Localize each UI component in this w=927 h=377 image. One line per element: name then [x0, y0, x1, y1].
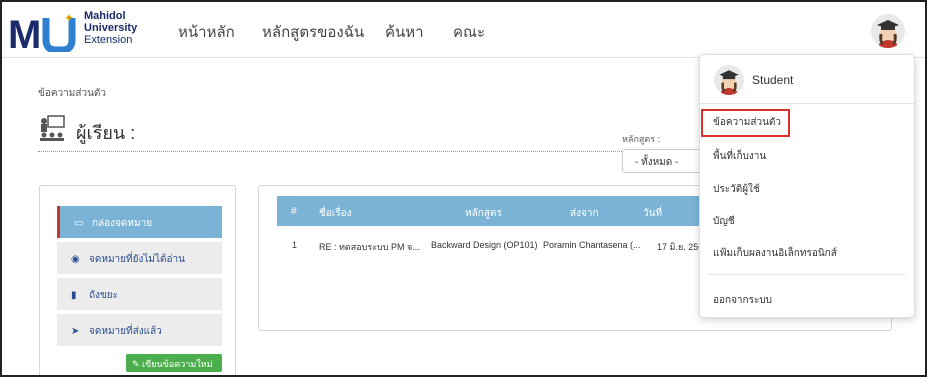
col-header-date: วันที่ [643, 208, 663, 219]
logo-line-2: University [84, 22, 138, 34]
logo-line-3: Extension [84, 34, 133, 46]
nav-home[interactable]: หน้าหลัก [178, 20, 235, 44]
course-filter-label: หลักสูตร : [622, 134, 661, 144]
user-dropdown-menu: Student ข้อความส่วนตัว พื้นที่เก็บงาน ปร… [699, 54, 915, 318]
new-message-button[interactable]: ✎ เขียนข้อความใหม่ [126, 354, 222, 372]
mailbox-menu-panel: ▭ กล่องจดหมาย ◉ จดหมายที่ยังไม่ได้อ่าน ▮ ถั… [39, 185, 236, 375]
row-course: Backward Design (OP101) [431, 240, 538, 250]
student-avatar-icon [719, 70, 739, 95]
user-avatar-button[interactable] [871, 14, 905, 48]
row-from: Poramin Chantasena (... [543, 240, 641, 250]
menu-trash-label: ถังขยะ [89, 290, 119, 301]
row-date: 17 มิ.ย. 256 [657, 242, 704, 252]
dropdown-avatar [714, 65, 744, 95]
menu-unread-label: จดหมายที่ยังไม่ได้อ่าน [89, 254, 185, 265]
dropdown-item-eportfolio[interactable]: แฟ้มเก็บผลงานอิเล็กทรอนิกส์ [713, 246, 837, 261]
dropdown-item-profile[interactable]: ประวัติผู้ใช้ [713, 182, 760, 197]
learner-label: ผู้เรียน : [76, 123, 136, 143]
menu-unread[interactable]: ◉ จดหมายที่ยังไม่ได้อ่าน [57, 242, 222, 274]
breadcrumb: ข้อความส่วนตัว [38, 88, 107, 99]
nav-faculty[interactable]: คณะ [453, 20, 485, 44]
dropdown-item-account[interactable]: บัญชี [713, 214, 735, 229]
logo-text: Mahidol University Extension [84, 10, 137, 46]
dropdown-divider [708, 274, 906, 275]
menu-inbox-label: กล่องจดหมาย [92, 218, 153, 229]
col-header-subject: ชื่อเรื่อง [319, 208, 352, 219]
menu-sent[interactable]: ➤ จดหมายที่ส่งแล้ว [57, 314, 222, 346]
classroom-icon [40, 115, 65, 141]
col-header-from: ส่งจาก [570, 208, 599, 219]
app-frame: M ✦ Mahidol University Extension หน้าหลั… [0, 0, 927, 377]
col-header-number: # [291, 206, 297, 217]
dropdown-item-logout[interactable]: ออกจากระบบ [713, 293, 772, 308]
menu-inbox[interactable]: ▭ กล่องจดหมาย [57, 206, 222, 238]
highlight-box [701, 109, 790, 137]
row-subject[interactable]: RE : ทดสอบระบบ PM จ... [319, 240, 420, 254]
col-header-course: หลักสูตร [465, 208, 502, 219]
edit-icon: ✎ [132, 359, 143, 369]
nav-my-courses[interactable]: หลักสูตรของฉัน [262, 20, 364, 44]
svg-text:✦: ✦ [64, 11, 74, 25]
dropdown-divider [700, 103, 914, 104]
site-logo[interactable]: M ✦ Mahidol University Extension [8, 8, 168, 52]
top-navbar: M ✦ Mahidol University Extension หน้าหลั… [2, 2, 925, 58]
svg-text:M: M [8, 13, 41, 52]
trash-icon: ▮ [71, 290, 77, 301]
inbox-icon: ▭ [74, 218, 84, 229]
menu-sent-label: จดหมายที่ส่งแล้ว [89, 326, 162, 337]
dropdown-user-name: Student [752, 73, 794, 87]
nav-search[interactable]: ค้นหา [385, 20, 424, 44]
menu-trash[interactable]: ▮ ถังขยะ [57, 278, 222, 310]
course-filter-select[interactable]: - ทั้งหมด - [622, 149, 702, 173]
learner-header: ผู้เรียน : [38, 114, 698, 152]
dropdown-item-storage[interactable]: พื้นที่เก็บงาน [713, 149, 766, 164]
new-message-label: เขียนข้อความใหม่ [142, 359, 213, 369]
logo-line-1: Mahidol [84, 10, 126, 22]
eye-slash-icon: ◉ [71, 254, 80, 265]
student-avatar-icon [877, 20, 899, 48]
logo-mark-icon: M ✦ [8, 11, 76, 52]
send-icon: ➤ [71, 326, 80, 337]
row-number: 1 [292, 240, 298, 250]
